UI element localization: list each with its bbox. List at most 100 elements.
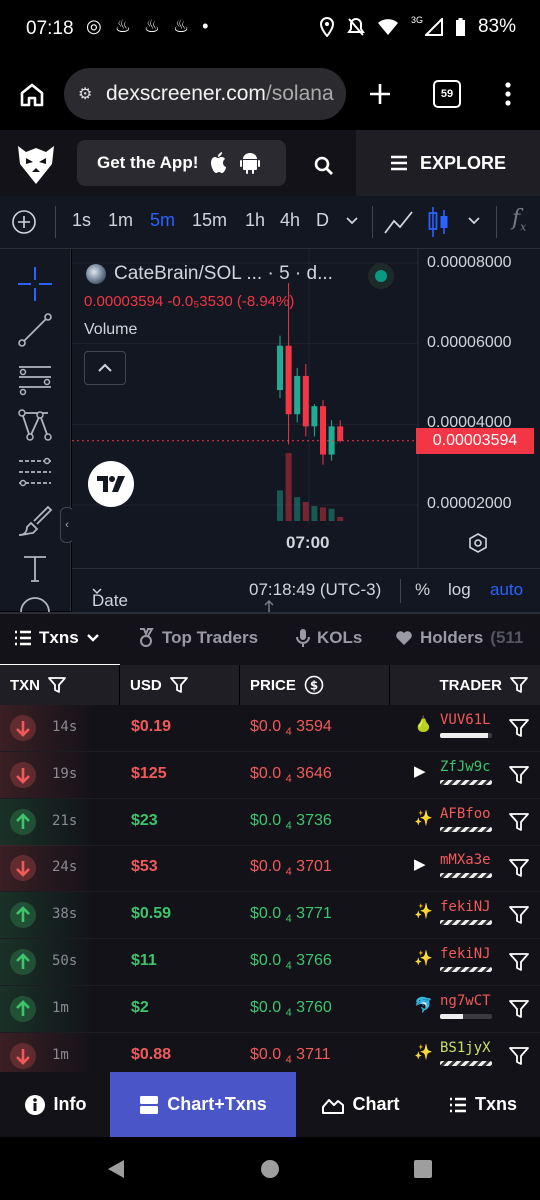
filter-icon[interactable] [510, 676, 528, 694]
filter-icon[interactable] [508, 811, 530, 833]
get-app-label: Get the App! [97, 153, 199, 172]
new-tab-icon[interactable] [368, 82, 392, 106]
recents-icon[interactable] [413, 1159, 433, 1179]
trader-badge-icon: ✨ [414, 809, 433, 827]
chevron-down-icon[interactable] [468, 216, 480, 226]
filter-icon[interactable] [48, 676, 66, 694]
tab-kols[interactable]: KOLs [296, 628, 362, 648]
get-app-button[interactable]: Get the App! [77, 140, 286, 186]
txn-usd: $11 [131, 952, 157, 969]
candles-icon[interactable] [428, 206, 450, 238]
filter-icon[interactable] [169, 676, 188, 694]
pair-title[interactable]: CateBrain/SOL ... · 5 · d... [114, 263, 333, 285]
line-chart-icon[interactable] [384, 209, 414, 235]
horizontal-lines-icon[interactable] [16, 359, 54, 397]
dollar-circle-icon[interactable]: $ [304, 675, 324, 695]
trader-address[interactable]: AFBfoo [440, 806, 491, 822]
filter-icon[interactable] [508, 857, 530, 879]
url-bar[interactable]: ⚙ dexscreener.com/solana [64, 68, 346, 120]
trader-holding-bar [440, 733, 492, 738]
tab-top-traders[interactable]: Top Traders [137, 628, 258, 648]
explore-button[interactable]: EXPLORE [356, 130, 540, 196]
back-icon[interactable] [106, 1159, 126, 1179]
settings-icon[interactable] [468, 533, 488, 553]
timeframe-15m[interactable]: 15m [192, 210, 227, 231]
timeframe-d[interactable]: D [316, 210, 329, 231]
trader-address[interactable]: ng7wCT [440, 993, 491, 1009]
price-chart[interactable]: CateBrain/SOL ... · 5 · d... 0.00003594 … [72, 249, 540, 611]
trader-address[interactable]: BS1jyX [440, 1040, 491, 1056]
pattern-icon[interactable] [16, 405, 54, 443]
divider [400, 579, 401, 603]
chart-toolbar: 1s 1m 5m 15m 1h 4h D fx [0, 196, 540, 249]
filter-icon[interactable] [508, 717, 530, 739]
search-icon[interactable] [314, 156, 334, 176]
buy-arrow-icon [10, 995, 36, 1022]
buy-arrow-icon [10, 902, 36, 929]
sell-arrow-icon [10, 1042, 36, 1069]
app-header: Get the App! EXPLORE [0, 130, 540, 196]
table-row[interactable]: 38s $0.59 $0.0 4 3771 ✨ fekiNJ [0, 892, 540, 940]
nav-chart-txns[interactable]: Chart+Txns [110, 1072, 296, 1137]
trader-badge-icon: 🍐 [414, 716, 433, 733]
table-row[interactable]: 1m $0.88 $0.0 4 3711 ✨ BS1jyX [0, 1032, 540, 1072]
trader-address[interactable]: fekiNJ [440, 946, 491, 962]
brush-icon[interactable] [16, 501, 54, 539]
trader-holding-bar [440, 1013, 492, 1019]
trader-address[interactable]: ZfJw9c [440, 759, 491, 775]
log-toggle[interactable]: log [448, 580, 471, 600]
table-row[interactable]: 19s $125 $0.0 4 3646 ▶ ZfJw9c [0, 751, 540, 799]
fib-retracement-icon[interactable] [16, 453, 54, 491]
tab-txns[interactable]: Txns [14, 628, 100, 648]
text-tool-icon[interactable] [16, 549, 54, 587]
home-icon[interactable] [19, 82, 45, 108]
indicators-icon[interactable]: fx [512, 206, 526, 233]
trader-address[interactable]: VUV61L [440, 712, 491, 728]
mute-icon [347, 17, 365, 36]
nav-chart[interactable]: Chart [296, 1072, 426, 1137]
table-row[interactable]: 50s $11 $0.0 4 3766 ✨ fekiNJ [0, 939, 540, 986]
trader-address[interactable]: fekiNJ [440, 899, 491, 915]
txn-price: $0.0 4 3701 [250, 858, 332, 879]
collapse-legend-button[interactable] [84, 351, 126, 385]
timeframe-1s[interactable]: 1s [72, 210, 91, 231]
dexscreener-logo-icon[interactable] [16, 140, 56, 186]
add-symbol-icon[interactable] [11, 209, 37, 235]
table-row[interactable]: 14s $0.19 $0.0 4 3594 🍐 VUV61L [0, 705, 540, 752]
tab-switcher-button[interactable]: 59 [433, 80, 461, 108]
filter-icon[interactable] [508, 951, 530, 973]
date-range-button[interactable]: Date Range [92, 580, 142, 630]
site-settings-icon[interactable]: ⚙ [78, 84, 100, 104]
crosshair-icon[interactable] [16, 265, 54, 303]
timeframe-1m[interactable]: 1m [108, 210, 133, 231]
tab-holders[interactable]: Holders (511 [395, 628, 523, 648]
auto-toggle[interactable]: auto [490, 580, 523, 600]
nav-txns[interactable]: Txns [426, 1072, 540, 1137]
column-trader[interactable]: TRADER [390, 665, 540, 705]
filter-icon[interactable] [508, 998, 530, 1020]
percent-toggle[interactable]: % [415, 580, 430, 600]
timeframe-4h[interactable]: 4h [280, 210, 300, 231]
table-row[interactable]: 1m $2 $0.0 4 3760 🐬 ng7wCT [0, 985, 540, 1033]
tradingview-logo-icon[interactable] [88, 461, 134, 507]
timeframe-5m[interactable]: 5m [150, 210, 175, 231]
timeframe-1h[interactable]: 1h [245, 210, 265, 231]
txn-usd: $23 [131, 811, 158, 829]
trader-address[interactable]: mMXa3e [440, 852, 491, 868]
filter-icon[interactable] [508, 1045, 530, 1067]
column-usd[interactable]: USD [120, 665, 240, 705]
divider [55, 206, 56, 238]
home-button-icon[interactable] [260, 1159, 280, 1179]
microphone-icon [296, 629, 310, 647]
chevron-down-icon[interactable] [346, 216, 358, 226]
column-txn[interactable]: TXN [0, 665, 120, 705]
filter-icon[interactable] [508, 764, 530, 786]
table-row[interactable]: 21s $23 $0.0 4 3736 ✨ AFBfoo [0, 798, 540, 846]
nav-info[interactable]: Info [0, 1072, 110, 1137]
info-icon [24, 1094, 45, 1115]
table-row[interactable]: 24s $53 $0.0 4 3701 ▶ mMXa3e [0, 845, 540, 893]
more-menu-icon[interactable] [504, 82, 512, 106]
filter-icon[interactable] [508, 904, 530, 926]
column-price[interactable]: PRICE $ [240, 665, 390, 705]
trend-line-icon[interactable] [16, 311, 54, 349]
